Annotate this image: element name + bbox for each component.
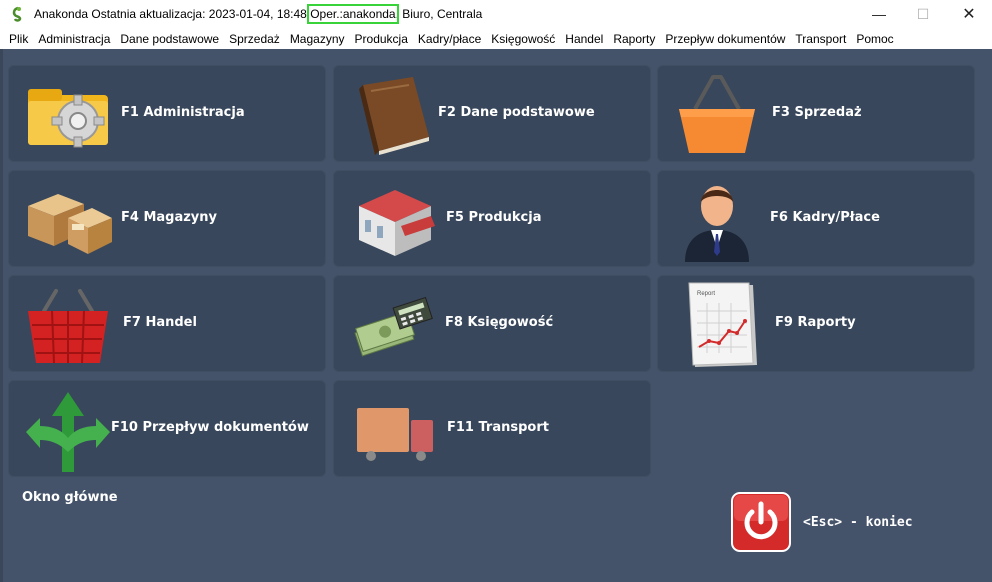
exit-label: <Esc> - koniec (803, 515, 913, 530)
tile-administracja[interactable]: F1 Administracja (8, 65, 326, 162)
menu-produkcja[interactable]: Produkcja (350, 32, 413, 46)
title-prefix: Anakonda Ostatnia aktualizacja: 2023-01-… (34, 7, 311, 21)
close-button[interactable]: ✕ (946, 0, 992, 28)
tile-label: F11 Transport (447, 420, 549, 435)
boxes-icon (28, 194, 112, 254)
maximize-button[interactable]: ☐ (900, 0, 946, 28)
tile-label: F1 Administracja (121, 105, 245, 120)
menu-transport[interactable]: Transport (790, 32, 851, 46)
window-name-label: Okno główne (22, 490, 118, 505)
power-icon[interactable] (731, 492, 791, 552)
tile-dane-podstawowe[interactable]: F2 Dane podstawowe (333, 65, 651, 162)
menu-raporty[interactable]: Raporty (608, 32, 660, 46)
minimize-icon: — (872, 6, 886, 22)
tile-label: F10 Przepływ dokumentów (111, 420, 309, 435)
title-suffix: , Biuro, Centrala (395, 7, 483, 21)
anakonda-app-icon (12, 6, 22, 22)
left-edge (0, 49, 3, 582)
minimize-button[interactable]: — (856, 0, 902, 28)
menu-ksiegowosc[interactable]: Księgowość (486, 32, 560, 46)
tile-label: F4 Magazyny (121, 210, 218, 225)
book-icon (359, 77, 429, 155)
money-calculator-icon (354, 296, 433, 357)
tile-magazyny[interactable]: F4 Magazyny (8, 170, 326, 267)
main-window: F1 Administracja F2 Dane podstawowe F3 S… (0, 49, 992, 582)
shopping-basket-icon (679, 75, 755, 153)
menu-pomoc[interactable]: Pomoc (851, 32, 898, 46)
person-icon (685, 186, 749, 262)
tile-kadry-place[interactable]: F6 Kadry/Płace (657, 170, 975, 267)
tile-label: F2 Dane podstawowe (438, 105, 595, 120)
title-bar: Anakonda Ostatnia aktualizacja: 2023-01-… (0, 0, 992, 28)
menu-kadry-place[interactable]: Kadry/płace (413, 32, 486, 46)
menu-plik[interactable]: Plik (4, 32, 33, 46)
report-icon-caption: Report (697, 291, 715, 297)
operator-label: Oper.:anakonda (307, 4, 399, 24)
menu-przeplyw-dokumentow[interactable]: Przepływ dokumentów (660, 32, 790, 46)
report-chart-icon: Report (688, 282, 757, 367)
menu-administracja[interactable]: Administracja (33, 32, 115, 46)
menu-magazyny[interactable]: Magazyny (285, 32, 350, 46)
tile-raporty[interactable]: Report F9 Raporty (657, 275, 975, 372)
window-title: Anakonda Ostatnia aktualizacja: 2023-01-… (34, 4, 483, 24)
tile-label: F9 Raporty (775, 315, 856, 330)
menu-dane-podstawowe[interactable]: Dane podstawowe (115, 32, 224, 46)
tile-przeplyw-dokumentow[interactable]: F10 Przepływ dokumentów (8, 380, 326, 477)
tile-handel[interactable]: F7 Handel (8, 275, 326, 372)
factory-icon (359, 190, 435, 256)
arrows-icon (26, 392, 110, 472)
menu-bar: Plik Administracja Dane podstawowe Sprze… (0, 28, 992, 49)
menu-sprzedaz[interactable]: Sprzedaż (224, 32, 285, 46)
tile-label: F6 Kadry/Płace (770, 210, 880, 225)
tile-label: F5 Produkcja (446, 210, 542, 225)
tile-ksiegowosc[interactable]: F8 Księgowość (333, 275, 651, 372)
tile-label: F8 Księgowość (445, 315, 554, 330)
menu-handel[interactable]: Handel (560, 32, 608, 46)
close-icon: ✕ (962, 6, 976, 23)
tile-label: F3 Sprzedaż (772, 105, 862, 120)
tile-sprzedaz[interactable]: F3 Sprzedaż (657, 65, 975, 162)
tile-transport[interactable]: F11 Transport (333, 380, 651, 477)
truck-icon (357, 408, 433, 461)
red-basket-icon (28, 289, 108, 364)
maximize-icon: ☐ (916, 5, 930, 22)
gear-folder-icon (28, 89, 108, 148)
tile-label: F7 Handel (123, 315, 197, 330)
tile-produkcja[interactable]: F5 Produkcja (333, 170, 651, 267)
